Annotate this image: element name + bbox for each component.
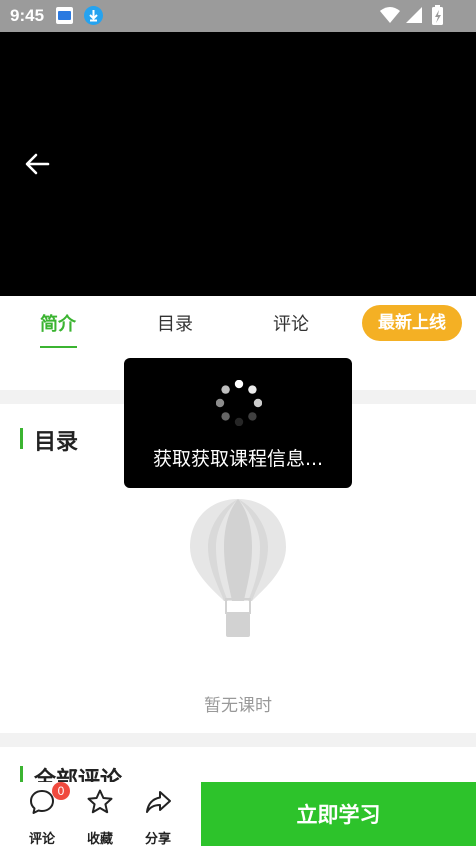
status-bar: 9:45 (0, 0, 476, 32)
tab-intro[interactable]: 简介 (40, 310, 76, 336)
wifi-icon (380, 7, 400, 23)
favorite-button[interactable]: 收藏 (74, 786, 126, 846)
empty-catalog-text: 暂无课时 (204, 696, 272, 716)
star-icon (87, 789, 113, 814)
favorite-label: 收藏 (86, 832, 113, 846)
tab-comments[interactable]: 评论 (273, 310, 309, 336)
section-divider (0, 733, 476, 747)
comment-label: 评论 (28, 832, 55, 846)
start-learning-button[interactable]: 立即学习 (201, 782, 476, 846)
share-button[interactable]: 分享 (132, 786, 184, 846)
tab-active-indicator (40, 346, 77, 348)
back-arrow-icon[interactable] (22, 150, 54, 178)
share-arrow-icon (146, 791, 171, 813)
loading-spinner-icon (216, 380, 262, 426)
signal-icon (406, 7, 422, 23)
catalog-section-title: 目录 (20, 424, 78, 456)
tab-catalog[interactable]: 目录 (157, 310, 193, 336)
loading-text: 获取获取课程信息... (152, 448, 324, 470)
status-time: 9:45 (10, 6, 45, 25)
new-release-badge: 最新上线 (362, 305, 462, 341)
empty-balloon-icon (190, 499, 286, 637)
app-notification-icon (56, 7, 73, 24)
battery-charging-icon (432, 5, 443, 25)
bottom-action-bar: 0 评论 收藏 分享 立即学习 (0, 782, 476, 846)
system-status-icons (380, 5, 443, 25)
loading-toast: 获取获取课程信息... (124, 358, 352, 488)
download-icon (84, 6, 103, 25)
video-player[interactable] (0, 32, 476, 296)
comment-button[interactable]: 0 评论 (16, 782, 70, 846)
comment-count-badge: 0 (52, 782, 70, 800)
share-label: 分享 (144, 832, 171, 846)
course-tabs: 简介 目录 评论 最新上线 (0, 296, 476, 356)
